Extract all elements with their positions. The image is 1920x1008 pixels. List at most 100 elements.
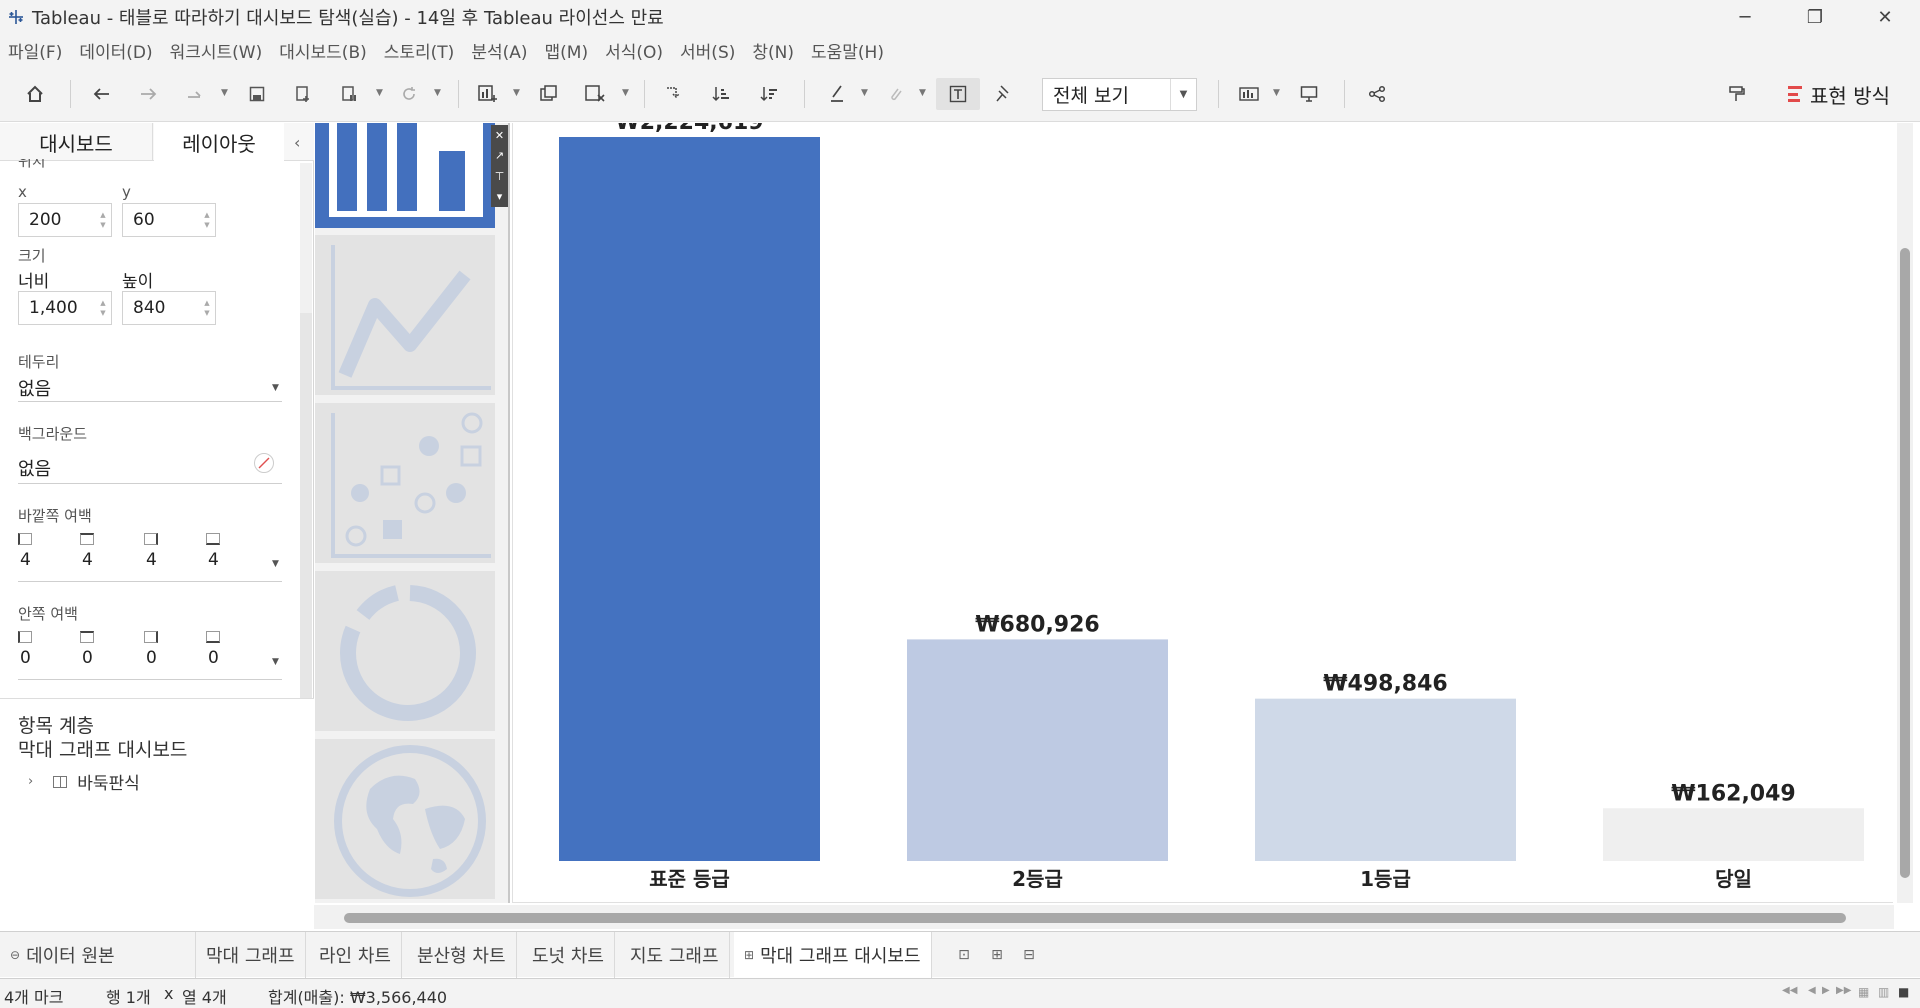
- new-dashboard-tab-icon[interactable]: ⊞: [988, 946, 1006, 964]
- close-button[interactable]: ✕: [1850, 0, 1920, 34]
- bar-1[interactable]: [559, 137, 820, 861]
- menu-worksheet[interactable]: 워크시트(W): [170, 38, 263, 63]
- inner-padding-left[interactable]: 0: [20, 648, 31, 668]
- y-position-input[interactable]: 60 ▲ ▼: [122, 203, 216, 237]
- stepper-icon[interactable]: ▲ ▼: [95, 292, 111, 324]
- tab-scatter-chart[interactable]: 분산형 차트: [407, 932, 517, 978]
- horizontal-scrollbar-thumb[interactable]: [344, 913, 1846, 923]
- duplicate-sheet-icon[interactable]: [536, 78, 562, 110]
- outer-padding-right[interactable]: 4: [146, 550, 157, 570]
- donut-chart-thumbnail[interactable]: [315, 571, 495, 731]
- new-worksheet-tab-icon[interactable]: ⊡: [955, 946, 973, 964]
- height-input[interactable]: 840 ▲ ▼: [122, 291, 216, 325]
- menu-analysis[interactable]: 분석(A): [471, 38, 527, 63]
- next-sheet-icon[interactable]: ▶: [1822, 985, 1830, 996]
- prev-sheet-icon[interactable]: ◀: [1808, 985, 1816, 996]
- replay-icon[interactable]: [182, 78, 208, 110]
- pause-updates-icon[interactable]: [336, 78, 362, 110]
- group-members-icon[interactable]: [882, 78, 908, 110]
- tab-data-source[interactable]: ⊖ 데이터 원본: [0, 932, 196, 978]
- tab-dashboard[interactable]: 대시보드: [0, 123, 153, 161]
- menu-format[interactable]: 서식(O): [605, 38, 663, 63]
- menu-window[interactable]: 창(N): [752, 38, 794, 63]
- sheet-sorter-icon[interactable]: ▦: [1858, 985, 1869, 999]
- horizontal-scrollbar[interactable]: [314, 905, 1894, 929]
- stepper-icon[interactable]: ▲ ▼: [95, 204, 111, 236]
- show-mark-labels-icon[interactable]: [936, 78, 980, 110]
- bar-chart-thumbnail[interactable]: [315, 123, 495, 228]
- first-sheet-icon[interactable]: ◀◀: [1782, 985, 1797, 996]
- tab-bar-chart-dashboard[interactable]: ⊞ 막대 그래프 대시보드: [734, 932, 932, 978]
- tab-line-chart[interactable]: 라인 차트: [309, 932, 402, 978]
- go-to-sheet-icon[interactable]: ↗: [495, 149, 504, 162]
- share-icon[interactable]: [1364, 78, 1390, 110]
- last-sheet-icon[interactable]: ▶▶: [1836, 985, 1851, 996]
- chevron-down-icon[interactable]: ▼: [272, 559, 279, 569]
- border-value[interactable]: 없음: [18, 375, 51, 401]
- inner-padding-top[interactable]: 0: [82, 648, 93, 668]
- vertical-scrollbar[interactable]: [1897, 123, 1913, 903]
- menu-help[interactable]: 도움말(H): [811, 38, 884, 63]
- save-icon[interactable]: [244, 78, 270, 110]
- collapse-panel-icon[interactable]: ‹: [294, 133, 300, 152]
- bar-chart[interactable]: ₩2,224,619 표준 등급 ₩680,926 2등급 ₩498,846 1등급 ₩16…: [512, 123, 1893, 903]
- chevron-right-icon[interactable]: ›: [28, 774, 33, 789]
- fit-dropdown[interactable]: 전체 보기 ▼: [1042, 78, 1197, 111]
- new-data-source-icon[interactable]: [290, 78, 316, 110]
- stepper-icon[interactable]: ▲ ▼: [199, 204, 215, 236]
- more-options-icon[interactable]: ▾: [497, 190, 503, 203]
- bar-2[interactable]: [907, 639, 1168, 861]
- swap-rows-columns-icon[interactable]: [660, 78, 686, 110]
- outer-padding-bottom[interactable]: 4: [208, 550, 219, 570]
- restore-button[interactable]: ❐: [1780, 0, 1850, 34]
- pin-icon[interactable]: ⊤: [495, 170, 505, 183]
- tree-root-dashboard[interactable]: 막대 그래프 대시보드: [18, 735, 187, 762]
- menu-server[interactable]: 서버(S): [680, 38, 735, 63]
- outer-padding-left[interactable]: 4: [20, 550, 31, 570]
- show-me-button[interactable]: 표현 방식: [1788, 78, 1890, 110]
- chevron-down-icon[interactable]: ▼: [272, 383, 279, 393]
- inner-padding-right[interactable]: 0: [146, 648, 157, 668]
- menu-file[interactable]: 파일(F): [8, 38, 62, 63]
- panel-scrollbar-track[interactable]: [300, 163, 312, 313]
- line-chart-thumbnail[interactable]: [315, 235, 495, 395]
- show-cards-icon[interactable]: [1236, 78, 1262, 110]
- tab-map-chart[interactable]: 지도 그래프: [620, 932, 730, 978]
- tab-donut-chart[interactable]: 도넛 차트: [522, 932, 615, 978]
- vertical-scrollbar-thumb[interactable]: [1900, 248, 1910, 878]
- new-story-tab-icon[interactable]: ⊟: [1020, 946, 1038, 964]
- undo-icon[interactable]: [88, 78, 114, 110]
- highlight-icon[interactable]: [824, 78, 850, 110]
- sort-descending-icon[interactable]: [756, 78, 782, 110]
- chevron-down-icon[interactable]: ▼: [272, 657, 279, 667]
- x-position-input[interactable]: 200 ▲ ▼: [18, 203, 112, 237]
- tab-bar-chart[interactable]: 막대 그래프: [196, 932, 306, 978]
- fix-axes-icon[interactable]: [990, 78, 1016, 110]
- menu-story[interactable]: 스토리(T): [384, 38, 455, 63]
- outer-padding-top[interactable]: 4: [82, 550, 93, 570]
- remove-from-dashboard-icon[interactable]: ✕: [495, 129, 504, 142]
- bar-3[interactable]: [1255, 698, 1516, 861]
- stepper-icon[interactable]: ▲ ▼: [199, 292, 215, 324]
- filmstrip-icon[interactable]: ▥: [1878, 985, 1889, 999]
- minimize-button[interactable]: ─: [1710, 0, 1780, 34]
- menu-data[interactable]: 데이터(D): [79, 38, 152, 63]
- redo-icon[interactable]: [136, 78, 162, 110]
- presentation-mode-icon[interactable]: [1296, 78, 1322, 110]
- map-chart-thumbnail[interactable]: [315, 739, 495, 899]
- new-worksheet-icon[interactable]: [474, 78, 502, 110]
- clear-sheet-icon[interactable]: [582, 78, 608, 110]
- tree-item-tiled[interactable]: › 바둑판식: [28, 769, 140, 794]
- menu-map[interactable]: 맵(M): [545, 38, 589, 63]
- tab-layout[interactable]: 레이아웃: [154, 123, 284, 161]
- format-painter-icon[interactable]: [1724, 78, 1750, 110]
- bar-4[interactable]: [1603, 808, 1864, 861]
- scatter-chart-thumbnail[interactable]: [315, 403, 495, 563]
- sort-ascending-icon[interactable]: [708, 78, 734, 110]
- refresh-icon[interactable]: [396, 78, 422, 110]
- menu-dashboard[interactable]: 대시보드(B): [279, 38, 367, 63]
- width-input[interactable]: 1,400 ▲ ▼: [18, 291, 112, 325]
- background-value[interactable]: 없음: [18, 455, 51, 481]
- tabs-view-icon[interactable]: ■: [1898, 985, 1909, 999]
- no-color-icon[interactable]: [254, 453, 274, 473]
